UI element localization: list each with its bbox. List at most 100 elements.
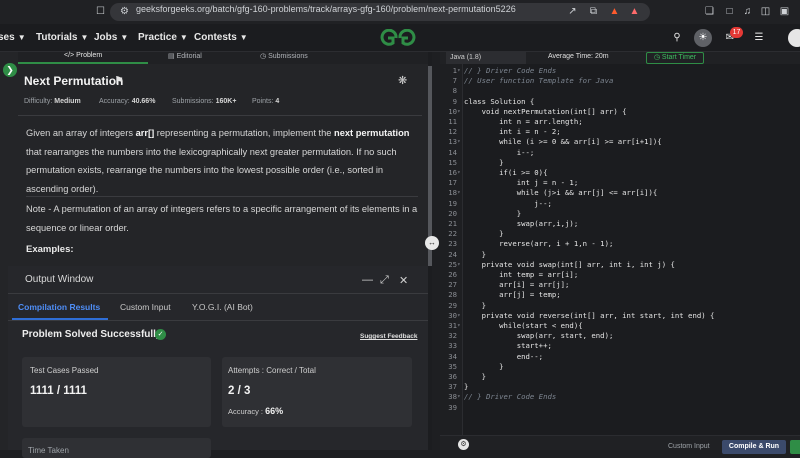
open-in-app-icon[interactable]: ↗ (566, 5, 579, 18)
attempts-card: Attempts : Correct / Total 2 / 3 (222, 357, 412, 427)
fold-toggle-icon[interactable]: ▾ (457, 189, 461, 196)
code-line[interactable]: } (464, 209, 521, 218)
tab-editorial[interactable]: ▤ Editorial (168, 52, 202, 60)
code-line[interactable]: } (464, 301, 486, 310)
brave-shield-icon[interactable]: ▲ (608, 5, 621, 18)
line-number: 28 (448, 290, 457, 300)
tab-custom-input[interactable]: Custom Input (120, 302, 171, 312)
wallet-icon[interactable]: ▣ (778, 5, 791, 18)
divider (8, 320, 428, 321)
tab-compilation-results[interactable]: Compilation Results (18, 302, 100, 312)
code-line[interactable]: swap(arr,i,j); (464, 219, 579, 228)
fold-toggle-icon[interactable]: ▾ (457, 138, 461, 145)
sidebar-icon[interactable]: ◫ (759, 5, 772, 18)
custom-input-button[interactable]: Custom Input (668, 443, 710, 450)
examples-heading: Examples: (26, 244, 74, 255)
nav-item-tutorials[interactable]: Tutorials ▼ (36, 32, 88, 43)
line-number: 16 (448, 168, 457, 177)
nav-item-courses[interactable]: ses ▼ (0, 32, 26, 43)
code-line[interactable]: i--; (464, 148, 535, 157)
tab-problem[interactable]: </> Problem (64, 52, 102, 59)
bookmark-icon[interactable]: ⚑ (114, 74, 124, 87)
brave-rewards-icon[interactable]: ▲ (628, 5, 641, 18)
code-line[interactable]: int temp = arr[i]; (464, 270, 578, 279)
translate-icon[interactable]: ☰ (750, 29, 768, 47)
close-icon[interactable]: ✕ (399, 274, 408, 287)
fold-toggle-icon[interactable]: ▾ (457, 312, 461, 319)
fold-toggle-icon[interactable]: ▾ (457, 169, 461, 176)
tab-yogi-ai-bot[interactable]: Y.O.G.I. (AI Bot) (192, 302, 253, 312)
code-line[interactable]: } (464, 158, 503, 167)
bookmark-star-icon[interactable]: ☐ (94, 5, 107, 18)
time-taken-label: Time Taken (28, 446, 69, 455)
code-line[interactable]: // } Driver Code Ends (464, 392, 556, 401)
share-icon[interactable]: ⧉ (587, 5, 600, 18)
nav-item-contests[interactable]: Contests ▼ (194, 32, 248, 43)
code-line[interactable]: } (464, 362, 503, 371)
code-line[interactable]: private void reverse(int[] arr, int star… (464, 311, 715, 320)
fold-toggle-icon[interactable]: ▾ (457, 67, 461, 74)
code-line[interactable]: // } Driver Code Ends (464, 66, 556, 75)
panel-resize-handle[interactable]: ↔ (425, 236, 439, 250)
fold-toggle-icon[interactable]: ▾ (457, 322, 461, 329)
start-timer-button[interactable]: ◷ Start Timer (646, 52, 704, 64)
expand-arrow-icon[interactable]: ❯ (3, 63, 17, 77)
site-info-icon[interactable]: ⚙ (118, 5, 131, 18)
code-line[interactable]: swap(arr, start, end); (464, 331, 614, 340)
fold-toggle-icon[interactable]: ▾ (457, 261, 461, 268)
code-line[interactable]: while (i >= 0 && arr[i] >= arr[i+1]){ (464, 137, 662, 146)
code-line[interactable]: start++; (464, 341, 552, 350)
code-line[interactable]: } (464, 250, 486, 259)
media-icon[interactable]: ♫ (741, 5, 754, 18)
minimize-icon[interactable]: — (362, 274, 373, 286)
code-line[interactable]: int j = n - 1; (464, 178, 579, 187)
line-number: 10 (448, 106, 457, 116)
code-line[interactable]: int n = arr.length; (464, 117, 582, 126)
code-line[interactable]: if(i >= 0){ (464, 168, 547, 177)
code-line[interactable]: void nextPermutation(int[] arr) { (464, 107, 627, 116)
extensions-icon[interactable]: ❏ (703, 5, 716, 18)
divider (26, 196, 418, 197)
code-line[interactable]: } (464, 372, 486, 381)
line-number: 32 (448, 331, 457, 341)
nav-item-jobs[interactable]: Jobs ▼ (94, 32, 128, 43)
avatar[interactable] (788, 29, 800, 47)
line-number: 1 (452, 66, 457, 75)
average-time: Average Time: 20m (548, 53, 609, 60)
fold-toggle-icon[interactable]: ▾ (457, 393, 461, 400)
code-line[interactable]: int i = n - 2; (464, 127, 561, 136)
code-line[interactable]: // User function Template for Java (464, 76, 613, 85)
code-line[interactable]: class Solution { (464, 97, 534, 106)
code-line[interactable]: arr[i] = arr[j]; (464, 280, 569, 289)
line-number: 34 (448, 351, 457, 361)
language-select[interactable]: Java (1.8) (446, 52, 526, 64)
code-line[interactable]: } (464, 382, 468, 391)
settings-gear-icon[interactable]: ⚙ (458, 439, 469, 450)
code-line[interactable]: while (j>i && arr[j] <= arr[i]){ (464, 188, 658, 197)
expand-icon[interactable]: ⤢ (380, 274, 389, 287)
code-line[interactable]: } (464, 229, 503, 238)
line-number: 15 (448, 157, 457, 167)
tab-submissions[interactable]: ◷ Submissions (260, 52, 308, 60)
suggest-feedback-link[interactable]: Suggest Feedback (360, 333, 417, 340)
theme-toggle-icon[interactable]: ☀ (694, 29, 712, 47)
code-line[interactable]: private void swap(int[] arr, int i, int … (464, 260, 675, 269)
line-number: 8 (452, 86, 457, 96)
code-line[interactable]: while(start < end){ (464, 321, 582, 330)
compile-run-button[interactable]: Compile & Run (722, 440, 786, 454)
meta-points: Points: 4 (252, 98, 280, 105)
nav-item-practice[interactable]: Practice ▼ (138, 32, 188, 43)
attempts-label: Attempts : Correct / Total (228, 366, 316, 375)
gfg-logo[interactable] (378, 29, 418, 47)
attempts-value: 2 / 3 (228, 385, 251, 397)
code-line[interactable]: j--; (464, 199, 552, 208)
report-bug-icon[interactable]: ❋ (398, 74, 407, 87)
search-icon[interactable]: ⚲ (668, 29, 686, 47)
code-line[interactable]: end--; (464, 352, 543, 361)
code-line[interactable]: arr[j] = temp; (464, 290, 561, 299)
reader-icon[interactable]: □ (723, 5, 736, 18)
code-line[interactable]: reverse(arr, i + 1,n - 1); (464, 239, 613, 248)
url-text[interactable]: geeksforgeeks.org/batch/gfg-160-problems… (136, 4, 516, 14)
fold-toggle-icon[interactable]: ▾ (457, 108, 461, 115)
submit-button[interactable] (790, 440, 800, 454)
